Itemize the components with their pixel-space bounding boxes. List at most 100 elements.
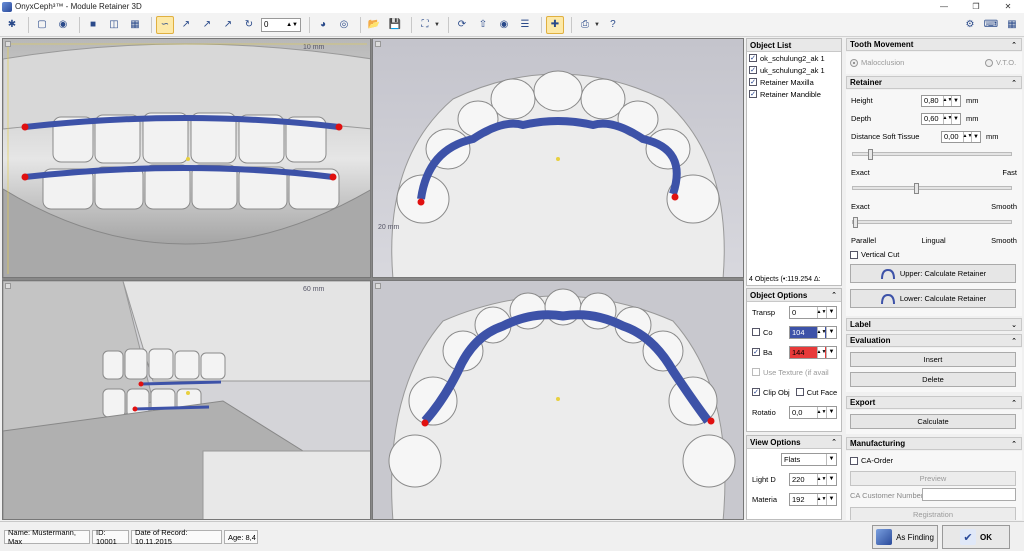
axis-y-icon[interactable]: ↗ [198,16,216,34]
material-input[interactable]: 192 ▲▼ ▼ [789,492,837,506]
object-checkbox[interactable]: ✓ [749,66,757,74]
viewport-lateral[interactable]: 60 mm [2,280,371,520]
print-icon[interactable]: ⎙ [576,16,594,34]
viewport-occlusal-lower[interactable] [372,280,744,520]
shading-select[interactable]: Flats ▼ [781,452,837,466]
upper-calculate-button[interactable]: Upper: Calculate Retainer [850,264,1016,283]
vto-option[interactable]: V.T.O. [985,58,1016,68]
ok-button[interactable]: ✔ OK [942,525,1010,549]
spin-arrows-icon[interactable]: ▲▼ [817,326,826,338]
retainer-path-icon[interactable]: ∽ [156,15,174,34]
close-button[interactable]: ✕ [992,0,1024,13]
list-item[interactable]: ✓ Retainer Mandible [747,88,841,100]
collapse-icon[interactable]: ⌃ [1011,337,1017,345]
keyboard-icon[interactable]: ⌨ [982,16,1000,34]
list-item[interactable]: ✓ ok_schulung2_ak 1 [747,52,841,64]
manufacturing-header[interactable]: Manufacturing ⌃ [846,437,1022,450]
viewport-frontal[interactable]: 10 mm [2,38,371,278]
viewport-occlusal-upper[interactable]: 20 mm [372,38,744,278]
axis-x-icon[interactable]: ↗ [177,16,195,34]
spin-arrows-icon[interactable]: ▲▼ [943,95,952,106]
add-point-icon[interactable]: ✚ [545,15,564,34]
chevron-down-icon[interactable]: ▼ [971,131,980,142]
help-icon[interactable]: ? [604,16,622,34]
light-input[interactable]: 220 ▲▼ ▼ [789,472,837,486]
collapse-icon[interactable]: ⌃ [1011,41,1017,49]
crop-icon[interactable]: ⛶ [416,16,434,34]
spin-arrows-icon[interactable]: ▲▼ [963,131,972,142]
viewport-corner-handle[interactable] [5,41,11,47]
customer-number-input[interactable] [922,488,1016,501]
vertical-cut-checkbox[interactable] [850,250,858,259]
orientation-slider-thumb[interactable] [853,217,858,228]
spin-arrows-icon[interactable]: ▲▼ [817,346,826,358]
notes-icon[interactable]: ☰ [516,16,534,34]
depth-input[interactable]: 0,60 ▲▼ ▼ [921,112,961,125]
object-options-header[interactable]: Object Options ⌃ [747,289,841,302]
axis-z-icon[interactable]: ↗ [219,16,237,34]
speed-slider-thumb[interactable] [868,149,873,160]
list-item[interactable]: ✓ uk_schulung2_ak 1 [747,64,841,76]
layout-split-icon[interactable]: ◫ [105,16,123,34]
tooth-movement-header[interactable]: Tooth Movement ⌃ [846,38,1022,51]
clip-checkbox[interactable]: ✓ [752,388,760,396]
orientation-slider[interactable] [852,217,1012,228]
star-icon[interactable]: ✱ [3,16,21,34]
malocclusion-radio[interactable] [850,59,858,68]
delete-button[interactable]: Delete [850,372,1016,387]
save-icon[interactable]: 💾 [386,16,404,34]
object-checkbox[interactable]: ✓ [749,90,757,98]
print-dropdown-icon[interactable]: ▼ [594,22,600,28]
rotation-input[interactable]: 0,0 ▲▼ ▼ [789,405,837,419]
cube-icon[interactable]: ▢ [33,16,51,34]
viewport-corner-handle[interactable] [5,283,11,289]
chevron-down-icon[interactable]: ▼ [826,493,836,505]
eye-icon[interactable]: ◉ [54,16,72,34]
calculate-export-button[interactable]: Calculate [850,414,1016,429]
vto-radio[interactable] [985,59,993,68]
collapse-icon[interactable]: ⌃ [1011,399,1017,407]
evaluation-header[interactable]: Evaluation ⌃ [846,334,1022,347]
smoothness-slider[interactable] [852,183,1012,194]
spin-arrows-icon[interactable]: ▲▼ [817,473,826,485]
rotate-view-icon[interactable]: ⟳ [453,16,471,34]
collapse-icon[interactable]: ⌃ [1011,79,1017,87]
restore-button[interactable]: ❐ [960,0,992,13]
color-checkbox[interactable] [752,328,760,336]
collapse-icon[interactable]: ⌃ [831,438,837,446]
chevron-down-icon[interactable]: ▼ [951,95,960,106]
spin-arrows-icon[interactable]: ▲▼ [817,406,826,418]
distance-input[interactable]: 0,00 ▲▼ ▼ [941,130,981,143]
cut-faces-checkbox[interactable] [795,388,804,396]
texture-checkbox[interactable] [752,368,760,376]
viewport-corner-handle[interactable] [375,283,381,289]
crop-dropdown-icon[interactable]: ▼ [434,22,440,28]
chevron-down-icon[interactable]: ▼ [826,326,836,338]
rotate-icon[interactable]: ↻ [240,16,258,34]
view-options-header[interactable]: View Options ⌃ [747,436,841,449]
preview-button[interactable]: Preview [850,471,1016,486]
object-checkbox[interactable]: ✓ [749,54,757,62]
height-input[interactable]: 0,80 ▲▼ ▼ [921,94,961,107]
collapse-icon[interactable]: ⌃ [831,291,837,299]
object-checkbox[interactable]: ✓ [749,78,757,86]
settings-icon[interactable]: ⚙ [961,16,979,34]
jaw-both-icon[interactable]: ◎ [335,16,353,34]
expand-icon[interactable]: ⌄ [1011,321,1017,329]
minimize-button[interactable]: — [928,0,960,13]
chevron-down-icon[interactable]: ▼ [951,113,960,124]
chevron-down-icon[interactable]: ▼ [826,453,836,465]
list-item[interactable]: ✓ Retainer Maxilla [747,76,841,88]
transparency-input[interactable]: 0 ▲▼ ▼ [789,305,837,319]
backface-input[interactable]: 144 ▲▼ ▼ [789,345,837,359]
open-icon[interactable]: 📂 [365,16,383,34]
export-header[interactable]: Export ⌃ [846,396,1022,409]
viewport-corner-handle[interactable] [375,41,381,47]
layout-grid-icon[interactable]: ▦ [126,16,144,34]
color-input[interactable]: 104 ▲▼ ▼ [789,325,837,339]
collapse-icon[interactable]: ⌃ [1011,440,1017,448]
layout-single-icon[interactable]: ■ [84,16,102,34]
registration-button[interactable]: Registration [850,507,1016,520]
ca-order-checkbox[interactable] [850,456,858,465]
grid-icon[interactable]: ▦ [1003,16,1021,34]
